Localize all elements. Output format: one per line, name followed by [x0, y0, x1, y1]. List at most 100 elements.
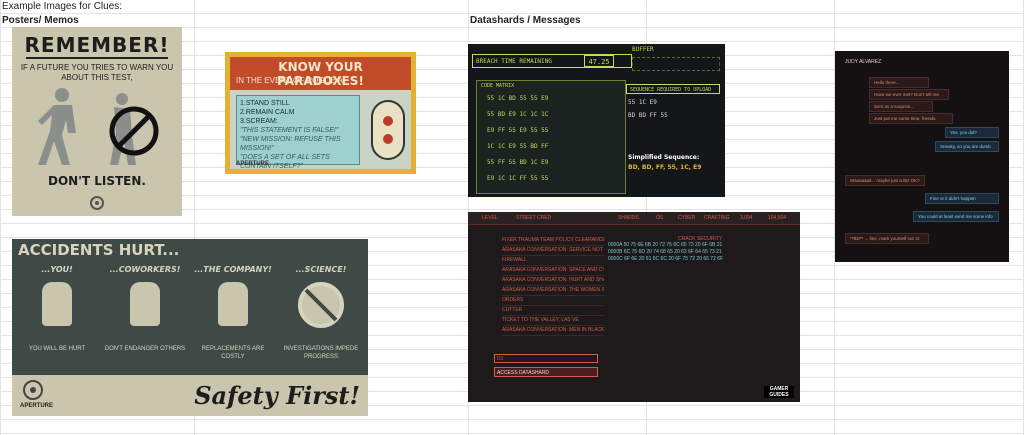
simplified-sequence-label: Simplified Sequence:	[628, 154, 700, 161]
code-matrix: CODE MATRIX 55 1C BD 55 55 E9 55 BD E9 1…	[476, 80, 626, 194]
money-icon	[218, 282, 248, 326]
column-caption: DON'T ENDANGER OTHERS	[104, 346, 186, 352]
accidents-column: ...COWORKERS! DON'T ENDANGER OTHERS	[104, 265, 186, 352]
sequence-row: 55 1C E9	[628, 99, 657, 106]
shard-list-item[interactable]: TICKET TO THE VALLEY, LAS VE	[502, 316, 604, 326]
paradox-step: 1.STAND STILL	[240, 100, 290, 107]
accidents-heading: ACCIDENTS HURT...	[12, 239, 368, 261]
shard-list-item[interactable]: ARASAKA CONVERSATION: MEN IN BLACK	[502, 326, 604, 336]
figures-illustration	[38, 88, 159, 165]
shard-list-item[interactable]: FIREWALL	[502, 256, 604, 266]
paradox-quote: "THIS STATEMENT IS FALSE!"	[240, 127, 339, 134]
column-caption: YOU WILL BE HURT	[28, 346, 86, 352]
code-matrix-title: CODE MATRIX	[481, 83, 515, 89]
shard-list-item[interactable]: CUTTER	[502, 306, 604, 316]
chat-message-incoming: Have we ever met? Don't tell me.	[869, 89, 949, 100]
chat-messages-image[interactable]: JUDY ALVAREZ Hello there... Have we ever…	[835, 51, 1009, 262]
chat-message-outgoing: Sneaky, so you are dumb	[935, 141, 999, 152]
poster-remember-body: IF A FUTURE YOU TRIES TO WARN YOU ABOUT …	[20, 63, 174, 82]
chat-message-incoming: Hello there...	[869, 77, 929, 88]
accidents-column: ...THE COMPANY! REPLACEMENTS ARE COSTLY	[192, 265, 274, 360]
poster-remember-heading: REMEMBER!	[24, 33, 170, 57]
chat-contact-name: JUDY ALVAREZ	[845, 59, 882, 65]
chat-message-incoming: Waaaaaait... maybe just a BD OK?	[845, 175, 925, 186]
shards-top-bar: LEVEL STREET CRED SHARDS OS CYBER CRAFTI…	[468, 212, 800, 225]
accidents-column: ...SCIENCE! INVESTIGATIONS IMPEDE PROGRE…	[280, 265, 362, 360]
matrix-row: 55 FF 55 BD 1C E9	[487, 159, 549, 166]
chat-message-incoming: Sent as a surprise...	[869, 101, 933, 112]
poster-remember-footer: DON'T LISTEN.	[48, 174, 146, 188]
level-label: LEVEL	[482, 215, 498, 221]
ai-core-icon	[371, 100, 405, 160]
column-caption: REPLACEMENTS ARE COSTLY	[201, 346, 265, 360]
sheet-title[interactable]: Example Images for Clues:	[2, 1, 122, 12]
shard-list-item[interactable]: ARASAKA CONVERSATION: THE WOMEN IN PATTE…	[502, 286, 604, 296]
column-caption: INVESTIGATIONS IMPEDE PROGRESS	[283, 346, 359, 360]
shard-detail: CRACK SECURITY 0000A 50 75 6E 6B 20 72 7…	[608, 236, 788, 263]
os-label: OS	[656, 215, 664, 221]
coworker-hazard-icon	[130, 282, 160, 326]
matrix-row: E9 FF 55 E9 55 55	[487, 127, 549, 134]
accidents-panel: ...YOU! YOU WILL BE HURT ...COWORKERS! D…	[12, 261, 368, 375]
money-value: 104,504	[768, 215, 787, 221]
chat-message-incoming: **BD** ... fine, mark yourself out :D	[845, 233, 929, 244]
shards-label: SHARDS	[618, 215, 639, 221]
column-label: ...COWORKERS!	[109, 265, 181, 274]
chat-message-outgoing: You could at least send me some info	[913, 211, 999, 222]
poster-accidents-image[interactable]: ACCIDENTS HURT... ...YOU! YOU WILL BE HU…	[12, 239, 368, 416]
aperture-logo-icon	[90, 196, 104, 210]
matrix-row: E9 1C 1C FF 55 55	[487, 175, 549, 182]
paradox-subheading: IN THE EVENT OF ROGUE AI	[236, 76, 346, 85]
injured-person-icon	[42, 282, 72, 326]
sequence-row: BD BD FF 55	[628, 112, 668, 119]
shards-menu-image[interactable]: LEVEL STREET CRED SHARDS OS CYBER CRAFTI…	[468, 212, 800, 402]
matrix-row: 55 1C BD 55 55 E9	[487, 95, 549, 102]
paradox-header: KNOW YOUR PARADOXES! IN THE EVENT OF ROG…	[230, 57, 411, 90]
accidents-brand: APERTURE	[20, 403, 54, 409]
breach-protocol-image[interactable]: BREACH TIME REMAINING 47.25 BUFFER CODE …	[468, 44, 725, 197]
paradox-step: 2.REMAIN CALM	[240, 109, 295, 116]
matrix-row: 1C 1C E9 55 BD FF	[487, 143, 549, 150]
weight-value: 3,094	[740, 215, 753, 221]
matrix-row: 55 BD E9 1C 1C 1C	[487, 111, 549, 118]
heading-underline	[26, 57, 168, 59]
column-label: ...SCIENCE!	[295, 265, 347, 274]
section-datashards-label[interactable]: Datashards / Messages	[470, 15, 581, 26]
chat-message-outgoing: Yes, you did?	[945, 127, 999, 138]
poster-remember-image[interactable]: REMEMBER! IF A FUTURE YOU TRIES TO WARN …	[12, 27, 182, 216]
paradox-quote: "NEW MISSION: REFUSE THIS MISSION!"	[240, 136, 341, 152]
simplified-sequence-value: BD, BD, FF, 55, 1C, E9	[628, 164, 702, 171]
column-label: ...YOU!	[41, 265, 73, 274]
column-label: ...THE COMPANY!	[194, 265, 272, 274]
poster-paradox-image[interactable]: KNOW YOUR PARADOXES! IN THE EVENT OF ROG…	[225, 52, 416, 174]
buffer-slots	[632, 57, 720, 71]
cyber-label: CYBER	[678, 215, 696, 221]
paradox-step: 3.SCREAM:	[240, 118, 278, 125]
shard-list-item[interactable]: FIXER TRAUMA TEAM POLICY CLEARANCE	[502, 236, 604, 246]
shard-detail-row: 0000A 50 75 6E 6B 20 72 75 6C 65 73 20 6…	[608, 242, 723, 248]
sequence-required-label: SEQUENCE REQUIRED TO UPLOAD	[626, 84, 720, 94]
prohibited-scientist-icon	[298, 282, 344, 328]
paradox-instructions: 1.STAND STILL 2.REMAIN CALM 3.SCREAM: "T…	[236, 95, 360, 169]
chat-message-outgoing: Fine or it didn't happen	[925, 193, 999, 204]
safety-first-slogan: Safety First!	[194, 381, 360, 410]
street-cred-label: STREET CRED	[516, 215, 552, 221]
shard-list-item[interactable]: ARASAKA CONVERSATION: HURT AND SHADOWS	[502, 276, 604, 286]
shard-list: FIXER TRAUMA TEAM POLICY CLEARANCE ARASA…	[502, 236, 604, 336]
shard-detail-row: 0000B 6C 75 6D 20 74 68 65 20 63 6F 64 6…	[608, 249, 722, 255]
shard-select[interactable]: D1	[494, 354, 598, 363]
chat-message-incoming: Just put me some time, friends.	[869, 113, 953, 124]
accidents-column: ...YOU! YOU WILL BE HURT	[16, 265, 98, 352]
shard-list-item[interactable]: ARASAKA CONVERSATION: SPACE AND CYCLE	[502, 266, 604, 276]
gamer-guides-logo: GAMER GUIDES	[764, 386, 794, 398]
paradox-brand: APERTURE	[236, 161, 270, 167]
shard-detail-row: 0000C 6F 6E 20 61 6C 6C 20 6F 75 72 20 6…	[608, 256, 724, 262]
section-posters-label[interactable]: Posters/ Memos	[2, 15, 79, 26]
breach-timer: 47.25	[584, 55, 614, 67]
shard-list-item[interactable]: ORDERS	[502, 296, 604, 306]
access-datashard-button[interactable]: ACCESS DATASHARD	[494, 367, 598, 377]
buffer-label: BUFFER	[632, 46, 654, 53]
aperture-logo-icon	[23, 380, 43, 400]
crafting-label: CRAFTING	[704, 215, 730, 221]
shard-list-item[interactable]: ARASAKA CONVERSATION: SERVICE NOT NEEDED	[502, 246, 604, 256]
